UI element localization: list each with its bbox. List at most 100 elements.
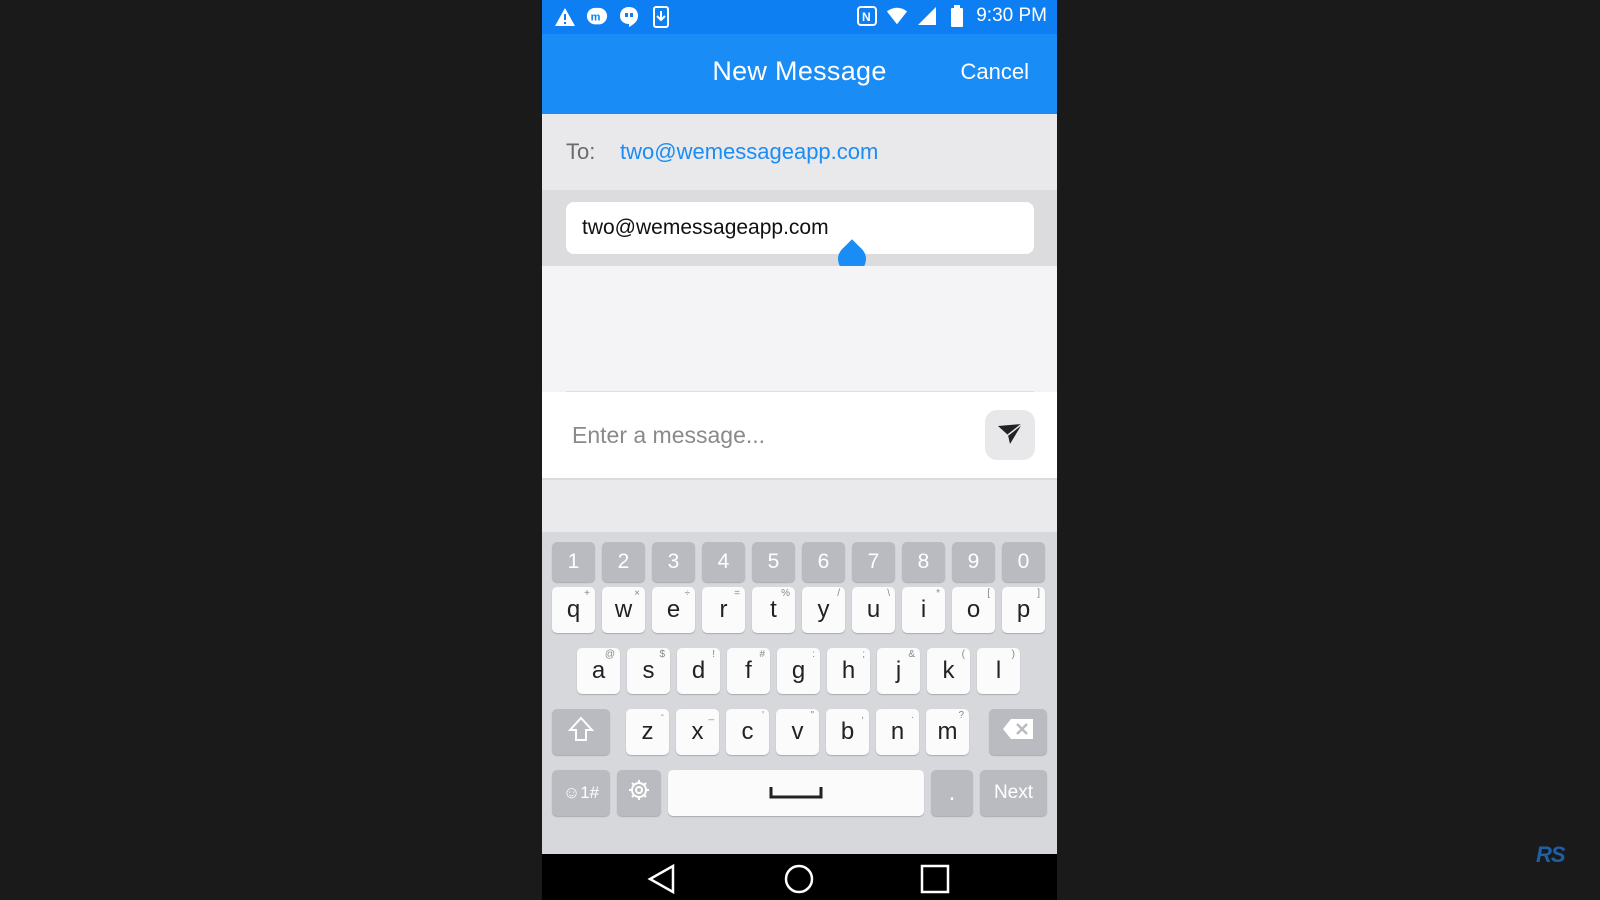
key-label: w bbox=[614, 596, 633, 623]
key-1[interactable]: 1 bbox=[552, 542, 595, 582]
send-button[interactable] bbox=[985, 410, 1035, 460]
recents-nav-icon[interactable] bbox=[920, 864, 950, 894]
key-label: o bbox=[966, 596, 981, 623]
key-label: i bbox=[920, 596, 927, 623]
gear-icon bbox=[628, 779, 650, 808]
settings-key[interactable] bbox=[617, 770, 661, 816]
key-alt-label: * bbox=[936, 588, 940, 599]
compose-bar bbox=[542, 392, 1057, 480]
symbols-key[interactable]: ☺1# bbox=[552, 770, 610, 816]
key-alt-label: $ bbox=[659, 649, 665, 660]
download-icon bbox=[650, 6, 672, 28]
key-0[interactable]: 0 bbox=[1002, 542, 1045, 582]
to-row[interactable]: To: two@wemessageapp.com bbox=[542, 114, 1057, 190]
key-5[interactable]: 5 bbox=[752, 542, 795, 582]
key-z[interactable]: z- bbox=[626, 709, 669, 755]
key-alt-label: ! bbox=[712, 649, 715, 660]
key-9[interactable]: 9 bbox=[952, 542, 995, 582]
key-alt-label: ) bbox=[1011, 649, 1015, 660]
key-8[interactable]: 8 bbox=[902, 542, 945, 582]
wifi-icon bbox=[886, 5, 908, 27]
key-f[interactable]: f # bbox=[727, 648, 770, 694]
key-label: l bbox=[995, 657, 1002, 684]
key-alt-label: ; bbox=[862, 649, 865, 660]
key-alt-label: @ bbox=[604, 649, 615, 660]
key-alt-label: ? bbox=[958, 710, 964, 721]
svg-text:m: m bbox=[591, 12, 601, 24]
back-nav-icon[interactable] bbox=[647, 863, 677, 895]
warning-icon bbox=[554, 6, 576, 28]
key-g[interactable]: g: bbox=[777, 648, 820, 694]
key-y[interactable]: y / bbox=[802, 587, 845, 633]
key-3[interactable]: 3 bbox=[652, 542, 695, 582]
key-label: c bbox=[741, 718, 754, 745]
key-n[interactable]: n. bbox=[876, 709, 919, 755]
key-t[interactable]: t% bbox=[752, 587, 795, 633]
key-alt-label: + bbox=[584, 588, 590, 599]
hangouts-icon bbox=[618, 6, 640, 28]
next-key[interactable]: Next bbox=[980, 770, 1047, 816]
recipient-chip[interactable]: two@wemessageapp.com bbox=[620, 139, 878, 165]
key-h[interactable]: h; bbox=[827, 648, 870, 694]
key-alt-label: [ bbox=[987, 588, 990, 599]
key-e[interactable]: e ÷ bbox=[652, 587, 695, 633]
svg-text:N: N bbox=[862, 10, 871, 24]
key-u[interactable]: u \ bbox=[852, 587, 895, 633]
key-alt-label: # bbox=[759, 649, 765, 660]
key-a[interactable]: a @ bbox=[577, 648, 620, 694]
key-r[interactable]: r = bbox=[702, 587, 745, 633]
nfc-icon: N bbox=[856, 5, 878, 27]
backspace-key[interactable] bbox=[989, 709, 1047, 755]
key-7[interactable]: 7 bbox=[852, 542, 895, 582]
key-m[interactable]: m? bbox=[926, 709, 969, 755]
keyboard-gap bbox=[542, 480, 1057, 532]
key-o[interactable]: o[ bbox=[952, 587, 995, 633]
cancel-button[interactable]: Cancel bbox=[961, 59, 1029, 85]
key-j[interactable]: j & bbox=[877, 648, 920, 694]
key-b[interactable]: b, bbox=[826, 709, 869, 755]
key-alt-label: \ bbox=[887, 588, 890, 599]
key-label: u bbox=[866, 596, 881, 623]
key-2[interactable]: 2 bbox=[602, 542, 645, 582]
key-p[interactable]: p] bbox=[1002, 587, 1045, 633]
status-bar: m N 9:30 PM bbox=[542, 0, 1057, 34]
shift-key[interactable] bbox=[552, 709, 610, 755]
period-key[interactable]: . bbox=[931, 770, 973, 816]
recipient-input[interactable]: two@wemessageapp.com bbox=[566, 202, 1034, 254]
signal-icon bbox=[916, 5, 938, 27]
key-label: h bbox=[841, 657, 856, 684]
key-6[interactable]: 6 bbox=[802, 542, 845, 582]
navigation-bar bbox=[542, 854, 1057, 900]
key-k[interactable]: k( bbox=[927, 648, 970, 694]
to-label: To: bbox=[566, 139, 596, 164]
recipient-field-strip: two@wemessageapp.com bbox=[542, 190, 1057, 279]
key-i[interactable]: i * bbox=[902, 587, 945, 633]
key-alt-label: ÷ bbox=[684, 588, 691, 599]
phone-screen: m N 9:30 PM New Message Cancel To: two@w… bbox=[542, 0, 1057, 900]
key-label: v bbox=[791, 718, 804, 745]
key-alt-label: , bbox=[861, 710, 864, 721]
message-input[interactable] bbox=[570, 414, 974, 456]
key-alt-label: ( bbox=[961, 649, 965, 660]
key-q[interactable]: q + bbox=[552, 587, 595, 633]
key-s[interactable]: s $ bbox=[627, 648, 670, 694]
key-w[interactable]: w × bbox=[602, 587, 645, 633]
key-label: n bbox=[890, 718, 905, 745]
key-alt-label: : bbox=[812, 649, 815, 660]
key-label: t bbox=[770, 596, 777, 623]
home-nav-icon[interactable] bbox=[784, 864, 814, 894]
key-label: m bbox=[937, 718, 958, 745]
key-label: g bbox=[791, 657, 806, 684]
key-4[interactable]: 4 bbox=[702, 542, 745, 582]
key-v[interactable]: v " bbox=[776, 709, 819, 755]
soft-keyboard: 1234567890 q + w × e ÷ r = t% y / u \ i * o[p] a @ s $ d! f #… bbox=[542, 532, 1057, 854]
key-d[interactable]: d! bbox=[677, 648, 720, 694]
backspace-icon bbox=[1002, 718, 1034, 747]
key-x[interactable]: x _ bbox=[676, 709, 719, 755]
key-c[interactable]: c ' bbox=[726, 709, 769, 755]
key-label: k bbox=[942, 657, 955, 684]
key-l[interactable]: l) bbox=[977, 648, 1020, 694]
space-key[interactable] bbox=[668, 770, 924, 816]
key-label: r bbox=[719, 596, 728, 623]
key-alt-label: / bbox=[837, 588, 840, 599]
